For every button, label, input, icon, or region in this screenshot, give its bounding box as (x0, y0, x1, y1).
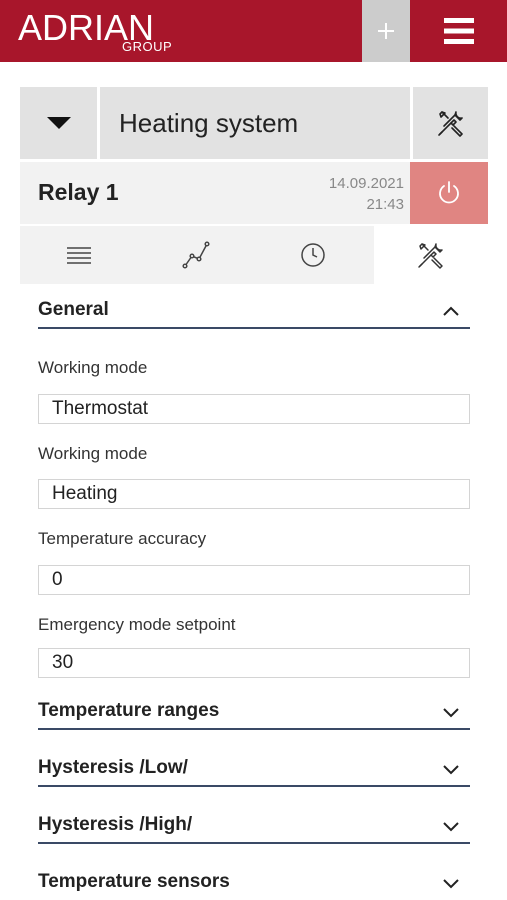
power-button[interactable] (410, 162, 488, 224)
section-title: Temperature sensors (38, 871, 230, 892)
chevron-up-icon (443, 306, 459, 316)
relay-time: 21:43 (366, 196, 404, 213)
relay-header: Relay 1 14.09.2021 21:43 (20, 162, 488, 224)
system-settings-button[interactable] (413, 87, 488, 159)
wrench-screwdriver-icon (418, 243, 443, 269)
section-general-header[interactable]: General (38, 299, 470, 329)
section-title: General (38, 299, 109, 320)
relay-timestamp: 14.09.2021 21:43 (329, 173, 404, 215)
caret-down-icon (46, 117, 71, 129)
section-title: Hysteresis /Low/ (38, 757, 188, 778)
tab-list[interactable] (20, 226, 137, 284)
system-dropdown-button[interactable] (20, 87, 97, 159)
relay-date: 14.09.2021 (328, 175, 404, 192)
system-name: Heating system (119, 107, 299, 138)
add-button[interactable] (362, 0, 410, 62)
tab-schedule[interactable] (254, 226, 371, 284)
hamburger-menu-icon (443, 18, 474, 44)
system-selector: Heating system (20, 87, 488, 159)
tab-chart[interactable] (137, 226, 254, 284)
logo-subtext: GROUP (122, 39, 173, 54)
list-icon (66, 247, 91, 264)
tab-settings[interactable] (374, 226, 488, 284)
chevron-down-icon (443, 822, 459, 832)
chevron-down-icon (443, 708, 459, 718)
top-header: ADRIAN GROUP (0, 0, 507, 62)
chart-line-icon (181, 241, 210, 269)
temperature-accuracy-field[interactable] (38, 565, 470, 595)
section-hysteresis-low-header[interactable]: Hysteresis /Low/ (38, 757, 470, 787)
relay-title: Relay 1 (38, 179, 119, 205)
chevron-down-icon (443, 765, 459, 775)
relay-tabs (20, 226, 488, 284)
main-menu-button[interactable] (410, 0, 507, 62)
plus-icon (378, 23, 394, 39)
working-mode-field[interactable] (38, 479, 470, 509)
chevron-down-icon (443, 879, 459, 889)
emergency-setpoint-field[interactable] (38, 648, 470, 678)
clock-icon (300, 243, 325, 267)
field-label: Working mode (38, 444, 148, 463)
adrian-group-logo[interactable]: ADRIAN GROUP (18, 8, 188, 58)
wrench-screwdriver-icon (437, 111, 463, 137)
field-label: Working mode (38, 358, 148, 377)
section-title: Temperature ranges (38, 700, 220, 721)
field-label: Temperature accuracy (38, 529, 207, 548)
working-mode-field[interactable] (38, 394, 470, 424)
section-temperature-sensors-header[interactable]: Temperature sensors (38, 871, 470, 900)
power-icon (439, 181, 459, 204)
section-temperature-ranges-header[interactable]: Temperature ranges (38, 700, 470, 730)
section-title: Hysteresis /High/ (38, 814, 193, 835)
field-label: Emergency mode setpoint (38, 615, 236, 634)
system-name-field[interactable]: Heating system (100, 87, 410, 159)
section-hysteresis-high-header[interactable]: Hysteresis /High/ (38, 814, 470, 844)
